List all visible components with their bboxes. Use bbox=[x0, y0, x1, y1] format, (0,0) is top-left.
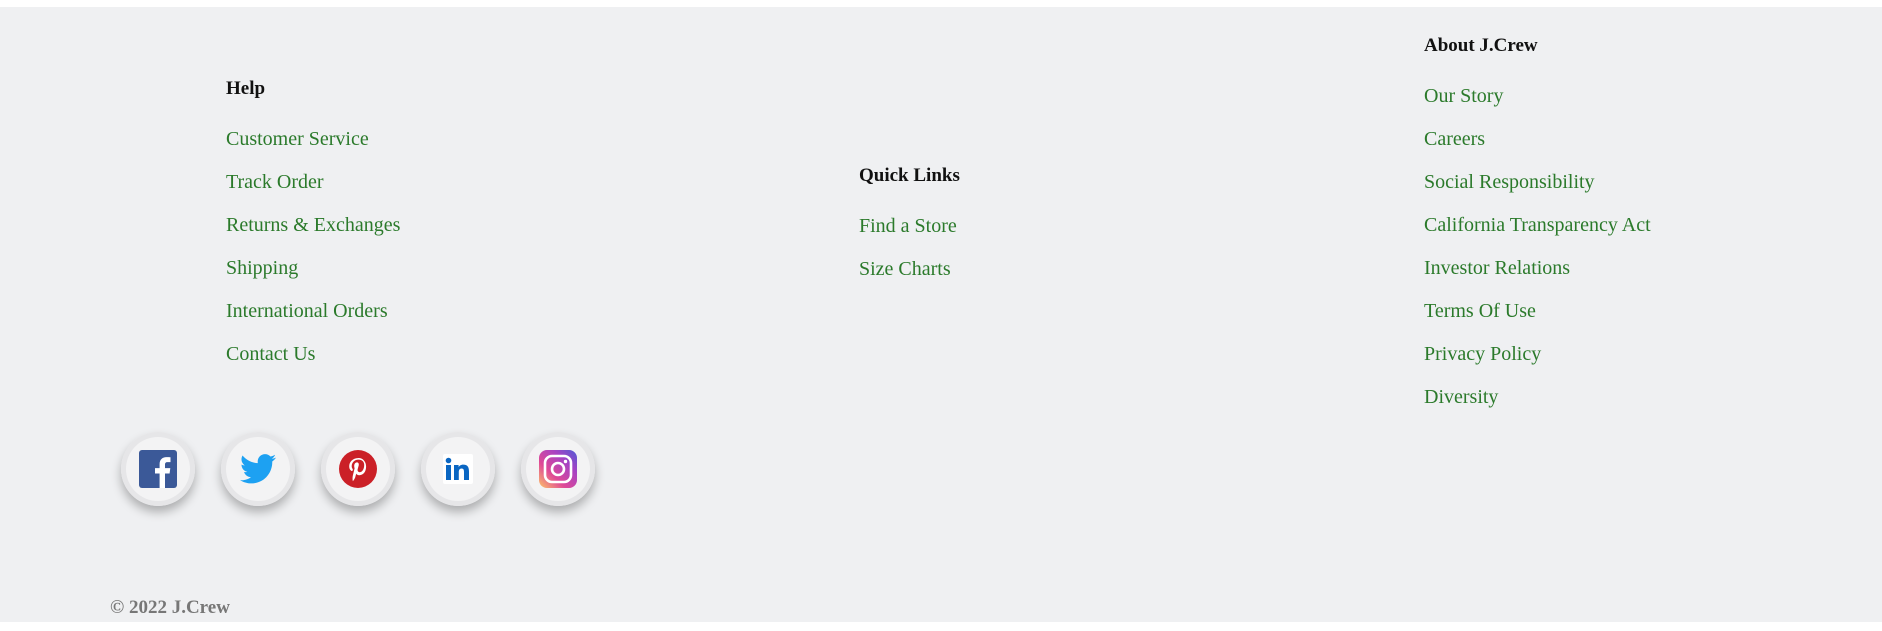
track-order-link[interactable]: Track Order bbox=[226, 171, 324, 193]
instagram-icon bbox=[539, 450, 577, 488]
our-story-link[interactable]: Our Story bbox=[1424, 85, 1503, 107]
pinterest-button[interactable] bbox=[321, 432, 395, 506]
instagram-button[interactable] bbox=[521, 432, 595, 506]
privacy-policy-link[interactable]: Privacy Policy bbox=[1424, 343, 1541, 365]
returns-exchanges-link[interactable]: Returns & Exchanges bbox=[226, 214, 400, 236]
about-column: About J.Crew Our Story Careers Social Re… bbox=[1424, 36, 1651, 430]
contact-us-link[interactable]: Contact Us bbox=[226, 343, 315, 365]
help-heading: Help bbox=[226, 78, 266, 99]
international-orders-link[interactable]: International Orders bbox=[226, 300, 388, 322]
linkedin-button[interactable] bbox=[421, 432, 495, 506]
terms-of-use-link[interactable]: Terms Of Use bbox=[1424, 300, 1536, 322]
find-a-store-link[interactable]: Find a Store bbox=[859, 215, 957, 237]
pinterest-icon bbox=[339, 450, 377, 488]
social-responsibility-link[interactable]: Social Responsibility bbox=[1424, 171, 1595, 193]
linkedin-icon bbox=[443, 454, 473, 484]
california-transparency-act-link[interactable]: California Transparency Act bbox=[1424, 214, 1651, 236]
copyright-text: © 2022 J.Crew bbox=[110, 597, 230, 618]
careers-link[interactable]: Careers bbox=[1424, 128, 1485, 150]
twitter-button[interactable] bbox=[221, 432, 295, 506]
site-footer: Help Customer Service Track Order Return… bbox=[0, 7, 1882, 622]
diversity-link[interactable]: Diversity bbox=[1424, 386, 1498, 408]
help-links: Customer Service Track Order Returns & E… bbox=[226, 129, 400, 387]
investor-relations-link[interactable]: Investor Relations bbox=[1424, 257, 1570, 279]
facebook-icon bbox=[139, 450, 177, 488]
quick-links-heading: Quick Links bbox=[859, 165, 960, 186]
twitter-icon bbox=[240, 454, 276, 484]
shipping-link[interactable]: Shipping bbox=[226, 257, 298, 279]
customer-service-link[interactable]: Customer Service bbox=[226, 128, 369, 150]
size-charts-link[interactable]: Size Charts bbox=[859, 258, 951, 280]
quick-links-column: Quick Links Find a Store Size Charts bbox=[859, 166, 960, 302]
quick-links-list: Find a Store Size Charts bbox=[859, 216, 960, 302]
about-heading: About J.Crew bbox=[1424, 35, 1538, 56]
about-links: Our Story Careers Social Responsibility … bbox=[1424, 86, 1651, 430]
help-column: Help Customer Service Track Order Return… bbox=[226, 79, 400, 387]
facebook-button[interactable] bbox=[121, 432, 195, 506]
